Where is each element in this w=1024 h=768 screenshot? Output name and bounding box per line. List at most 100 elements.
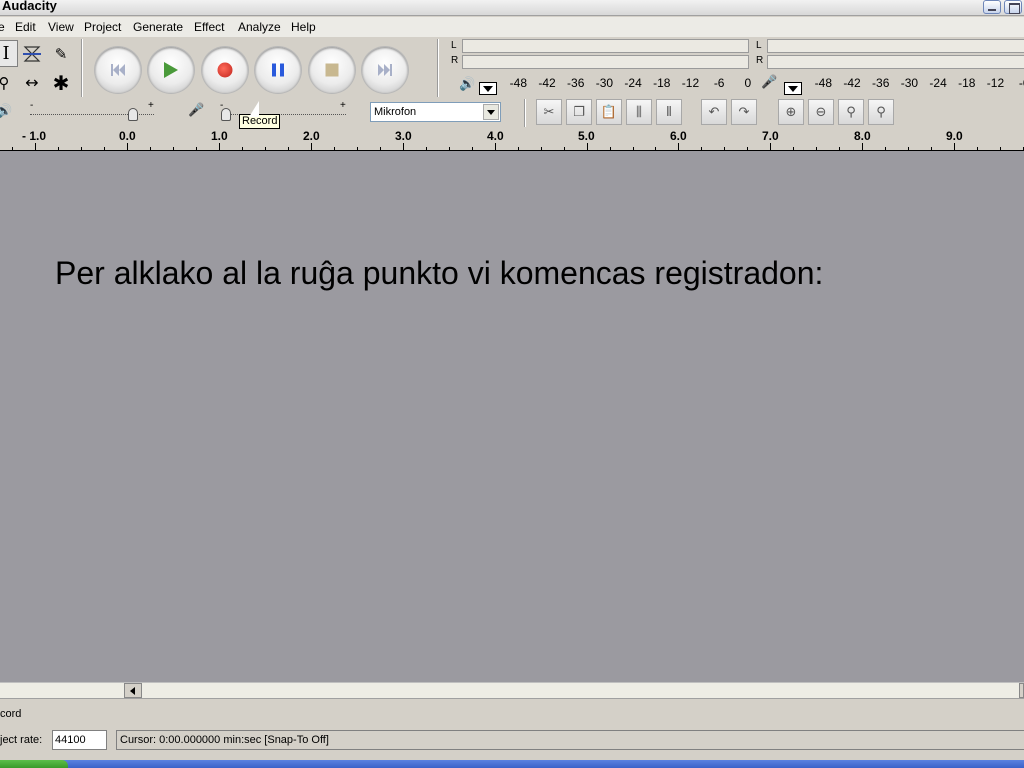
fit-project-button[interactable]: ⚲ xyxy=(868,99,894,125)
timeline-ruler[interactable]: - 1.0 0.0 1.0 2.0 3.0 4.0 5.0 6.0 7.0 8.… xyxy=(0,129,1024,151)
draw-tool-button[interactable]: ✎ xyxy=(49,40,73,67)
input-volume-thumb[interactable] xyxy=(221,108,231,121)
magnifier-icon: ⚲ xyxy=(0,73,10,92)
zoom-in-button[interactable]: ⊕ xyxy=(778,99,804,125)
ruler-tick xyxy=(218,143,220,150)
ruler-label: 5.0 xyxy=(578,129,595,143)
chevron-down-icon xyxy=(483,104,499,120)
time-shift-tool-button[interactable]: ↔ xyxy=(20,69,44,96)
ruler-tick xyxy=(35,143,37,150)
zoom-fit-icon: ⚲ xyxy=(876,104,886,120)
ruler-tick xyxy=(724,147,726,150)
envelope-tool-button[interactable] xyxy=(20,40,44,67)
menu-file[interactable]: e xyxy=(0,19,5,35)
playback-meter-right-label: R xyxy=(451,55,459,66)
speaker-icon: 🔊 xyxy=(459,77,476,92)
ruler-tick xyxy=(104,147,105,150)
ruler-tick xyxy=(333,147,335,150)
menu-project[interactable]: Project xyxy=(84,19,121,35)
ruler-tick xyxy=(655,147,657,150)
pause-button[interactable] xyxy=(255,47,301,93)
trim-icon: ⫼ xyxy=(636,104,642,120)
scroll-right-button[interactable] xyxy=(1019,683,1024,698)
mouse-cursor-icon xyxy=(249,101,259,117)
ruler-tick xyxy=(793,147,795,150)
trim-button[interactable]: ⫼ xyxy=(626,99,652,125)
cut-button[interactable]: ✂ xyxy=(536,99,562,125)
menu-help[interactable]: Help xyxy=(291,19,316,35)
scroll-left-button[interactable] xyxy=(124,683,142,698)
maximize-button[interactable] xyxy=(1004,0,1022,14)
project-rate-input[interactable]: 44100 xyxy=(52,730,107,750)
record-meter-left-label: L xyxy=(756,40,762,51)
undo-button[interactable]: ↶ xyxy=(701,99,727,125)
zoom-tool-button[interactable]: ⚲ xyxy=(0,69,16,96)
ruler-label: 9.0 xyxy=(946,129,963,143)
pause-icon xyxy=(272,63,284,77)
redo-icon: ↷ xyxy=(738,104,750,120)
ruler-tick xyxy=(908,147,910,150)
skip-end-icon xyxy=(378,64,392,76)
toolbar-area: I ✎ ⚲ ↔ ✱ L R 🔊 -48 -42 -36 -30 -24 -18 … xyxy=(0,37,1024,129)
ruler-tick xyxy=(701,147,703,150)
menu-view[interactable]: View xyxy=(48,19,74,35)
ruler-tick xyxy=(931,147,933,150)
scissors-icon: ✂ xyxy=(543,104,555,120)
input-source-select[interactable]: Mikrofon xyxy=(370,102,501,122)
ruler-tick xyxy=(425,147,427,150)
menu-analyze[interactable]: Analyze xyxy=(238,19,281,35)
record-button[interactable] xyxy=(202,47,248,93)
redo-button[interactable]: ↷ xyxy=(731,99,757,125)
ruler-tick xyxy=(678,143,680,150)
playback-meter-right xyxy=(462,55,749,69)
ruler-label: 0.0 xyxy=(119,129,136,143)
envelope-icon xyxy=(23,45,41,62)
play-button[interactable] xyxy=(148,47,194,93)
taskbar xyxy=(0,760,1024,768)
horizontal-scrollbar[interactable] xyxy=(0,682,1024,698)
double-arrow-icon: ↔ xyxy=(25,73,39,92)
menu-generate[interactable]: Generate xyxy=(133,19,183,35)
playback-meter-dropdown[interactable] xyxy=(479,82,497,95)
toolbar-separator xyxy=(437,39,439,97)
input-source-value: Mikrofon xyxy=(374,106,417,118)
multi-tool-button[interactable]: ✱ xyxy=(49,69,73,96)
ruler-tick xyxy=(885,147,887,150)
fit-selection-button[interactable]: ⚲ xyxy=(838,99,864,125)
ruler-tick xyxy=(127,143,128,150)
play-icon xyxy=(164,62,178,78)
output-volume-thumb[interactable] xyxy=(128,108,138,121)
silence-button[interactable]: ⫴ xyxy=(656,99,682,125)
paste-button[interactable]: 📋 xyxy=(596,99,622,125)
ruler-label: 6.0 xyxy=(670,129,687,143)
stop-button[interactable] xyxy=(309,47,355,93)
minimize-button[interactable] xyxy=(983,0,1001,14)
selection-tool-button[interactable]: I xyxy=(0,40,18,67)
zoom-out-button[interactable]: ⊖ xyxy=(808,99,834,125)
ruler-tick xyxy=(540,147,542,150)
ruler-tick xyxy=(609,147,611,150)
ruler-label: 1.0 xyxy=(211,129,228,143)
start-button[interactable] xyxy=(0,760,68,768)
copy-button[interactable]: ❐ xyxy=(566,99,592,125)
ruler-label: - 1.0 xyxy=(22,129,47,143)
record-meter-dropdown[interactable] xyxy=(784,82,802,95)
record-meter-left xyxy=(767,39,1024,53)
playback-meter-left-label: L xyxy=(451,40,457,51)
title-bar: Audacity xyxy=(0,0,1024,16)
copy-icon: ❐ xyxy=(573,104,585,120)
skip-to-start-button[interactable] xyxy=(95,47,141,93)
ruler-tick xyxy=(356,147,358,150)
input-slider-max: + xyxy=(340,100,346,111)
skip-to-end-button[interactable] xyxy=(362,47,408,93)
ruler-label: 4.0 xyxy=(487,129,504,143)
menu-edit[interactable]: Edit xyxy=(15,19,36,35)
track-area[interactable]: Per alklako al la ruĝa punkto vi komenca… xyxy=(0,151,1024,682)
ruler-tick xyxy=(81,147,82,150)
menu-effect[interactable]: Effect xyxy=(194,19,224,35)
ruler-tick xyxy=(402,143,404,150)
status-bar: cord ject rate: 44100 Cursor: 0:00.00000… xyxy=(0,698,1024,756)
menu-bar: e Edit View Project Generate Effect Anal… xyxy=(0,17,1024,37)
output-volume-icon: 🔊 xyxy=(0,104,13,119)
ruler-tick xyxy=(977,147,979,150)
